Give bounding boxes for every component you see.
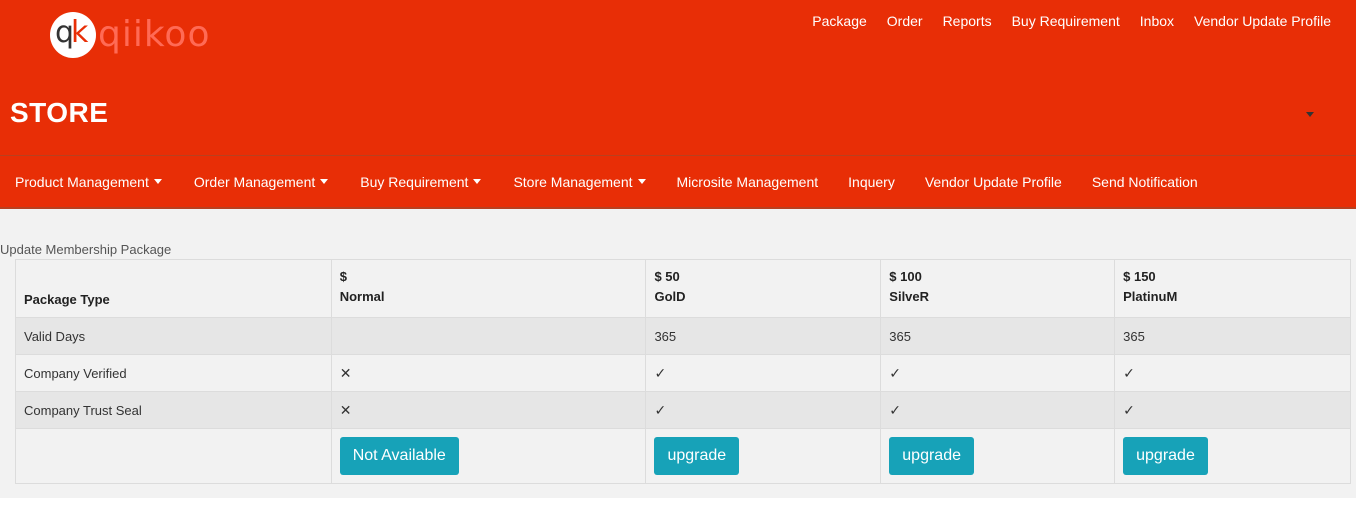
row-label: Company Trust Seal [15, 391, 332, 429]
package-name: GolD [654, 289, 686, 304]
nav-vendor-update-profile[interactable]: Vendor Update Profile [925, 174, 1062, 190]
topnav-vendor-update-profile[interactable]: Vendor Update Profile [1194, 13, 1331, 30]
topnav-package[interactable]: Package [812, 13, 866, 30]
empty-cell [15, 428, 332, 484]
header-package-gold: $ 50 GolD [645, 259, 882, 318]
table-row: Company Trust Seal ✕ ✓ ✓ ✓ [15, 391, 1351, 429]
package-name: Normal [339, 289, 385, 304]
nav-inquery[interactable]: Inquery [848, 174, 895, 190]
nav-store-management[interactable]: Store Management [513, 174, 646, 190]
caret-down-icon [637, 179, 646, 184]
check-icon: ✓ [1114, 354, 1351, 392]
logo-text: qiikoo [98, 14, 211, 55]
package-price: $ 150 [1123, 269, 1156, 284]
top-navigation: Package Order Reports Buy Requirement In… [792, 13, 1331, 30]
package-name: PlatinuM [1123, 289, 1178, 304]
content-area: Update Membership Package Package Type $… [0, 209, 1356, 498]
upgrade-gold-button[interactable]: upgrade [654, 437, 740, 475]
cell-value [330, 317, 647, 355]
package-price: $ [339, 269, 347, 284]
nav-microsite-management[interactable]: Microsite Management [677, 174, 819, 190]
brand-logo[interactable]: q k qiikoo [50, 11, 210, 59]
package-price: $ 100 [889, 269, 922, 284]
header-package-platinum: $ 150 PlatinuM [1114, 259, 1351, 318]
row-label: Valid Days [15, 317, 332, 355]
cross-icon: ✕ [330, 354, 647, 392]
nav-buy-requirement[interactable]: Buy Requirement [360, 174, 482, 190]
package-price: $ 50 [654, 269, 680, 284]
table-header-row: Package Type $ Normal $ 50 GolD $ 100 Si… [15, 259, 1351, 318]
topnav-order[interactable]: Order [887, 13, 923, 30]
nav-product-management[interactable]: Product Management [15, 174, 162, 190]
cell-value: 365 [1114, 317, 1351, 355]
row-label: Company Verified [15, 354, 332, 392]
upgrade-platinum-button[interactable]: upgrade [1123, 437, 1208, 475]
caret-down-icon [153, 179, 162, 184]
site-header: q k qiikoo Package Order Reports Buy Req… [0, 0, 1356, 155]
section-title: Update Membership Package [0, 242, 172, 257]
check-icon: ✓ [645, 354, 882, 392]
check-icon: ✓ [880, 391, 1116, 429]
package-name: SilveR [889, 289, 930, 304]
store-title: STORE [10, 97, 109, 128]
header-package-type: Package Type [15, 259, 332, 318]
check-icon: ✓ [645, 391, 882, 429]
header-package-silver: $ 100 SilveR [880, 259, 1116, 318]
user-dropdown-caret-icon[interactable] [1306, 112, 1314, 117]
header-package-normal: $ Normal [330, 259, 647, 318]
topnav-inbox[interactable]: Inbox [1140, 13, 1174, 30]
upgrade-silver-button[interactable]: upgrade [889, 437, 974, 475]
nav-order-management[interactable]: Order Management [194, 174, 329, 190]
logo-monogram-icon: q k [50, 12, 96, 58]
cell-value: 365 [880, 317, 1116, 355]
check-icon: ✓ [1114, 391, 1351, 429]
membership-package-table: Package Type $ Normal $ 50 GolD $ 100 Si… [15, 259, 1351, 484]
table-row: Company Verified ✕ ✓ ✓ ✓ [15, 354, 1351, 392]
caret-down-icon [473, 179, 482, 184]
table-row: Valid Days 365 365 365 [15, 317, 1351, 355]
caret-down-icon [320, 179, 329, 184]
check-icon: ✓ [880, 354, 1116, 392]
nav-send-notification[interactable]: Send Notification [1092, 174, 1198, 190]
cell-value: 365 [645, 317, 882, 355]
cross-icon: ✕ [330, 391, 647, 429]
not-available-button[interactable]: Not Available [339, 437, 459, 475]
topnav-buy-requirement[interactable]: Buy Requirement [1012, 13, 1120, 30]
table-row-actions: Not Available upgrade upgrade upgrade [15, 428, 1351, 484]
main-navigation: Product Management Order Management Buy … [0, 155, 1356, 209]
topnav-reports[interactable]: Reports [943, 13, 992, 30]
